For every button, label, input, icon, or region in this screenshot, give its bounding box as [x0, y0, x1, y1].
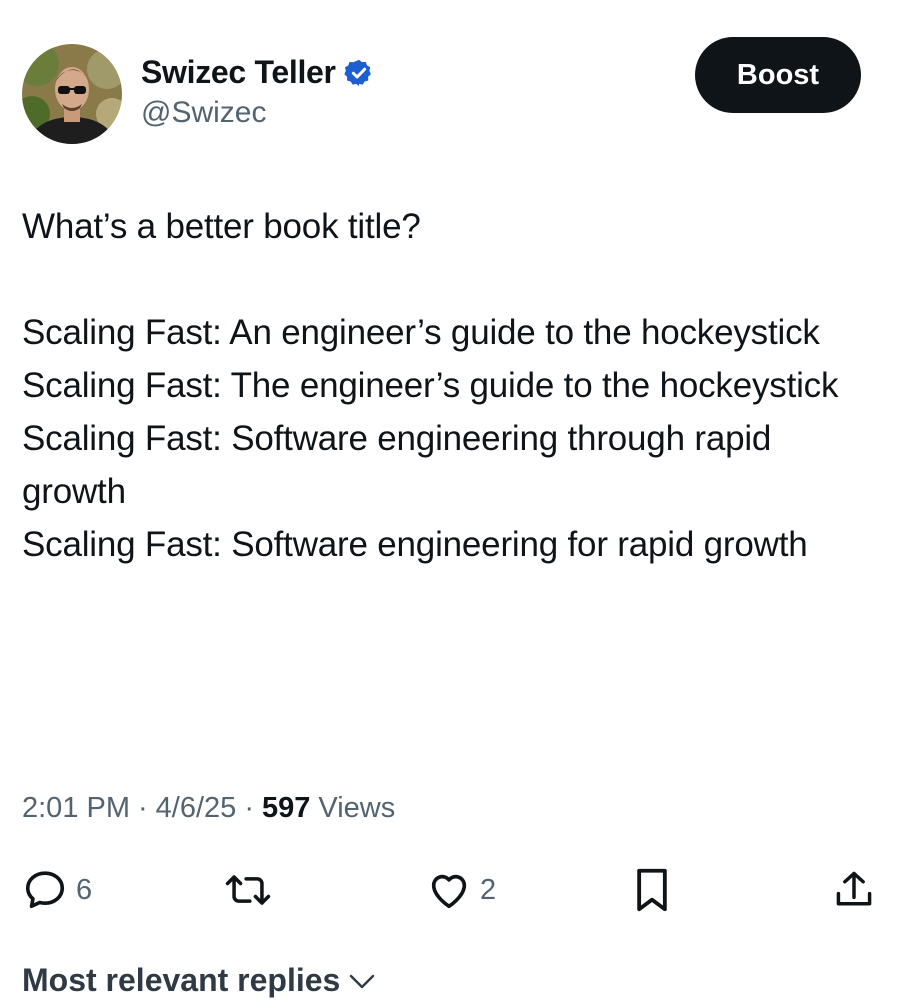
like-action[interactable]: 2 [426, 864, 496, 916]
views-label: Views [318, 792, 396, 824]
reply-count: 6 [76, 873, 93, 906]
replies-sort-label: Most relevant replies [22, 962, 341, 998]
tweet-time[interactable]: 2:01 PM [22, 792, 130, 825]
bookmark-action[interactable] [630, 864, 674, 916]
author-display-name[interactable]: Swizec Teller [141, 54, 336, 91]
tweet-text: What’s a better book title? Scaling Fast… [22, 207, 839, 564]
share-action[interactable] [832, 864, 876, 916]
views-count: 597 [261, 792, 311, 824]
reply-action[interactable]: 6 [22, 864, 92, 916]
boost-button[interactable]: Boost [695, 37, 861, 113]
retweet-icon [225, 875, 271, 905]
tweet-date[interactable]: 4/6/25 [156, 792, 237, 825]
retweet-action[interactable] [222, 864, 274, 916]
meta-separator: · [138, 792, 148, 824]
meta-separator: · [244, 792, 254, 824]
heart-icon [431, 874, 467, 909]
author-name-row[interactable]: Swizec Teller [141, 54, 374, 91]
chevron-down-icon [350, 974, 375, 988]
like-count: 2 [480, 873, 497, 906]
verified-badge-icon [344, 59, 371, 86]
share-icon [836, 871, 872, 906]
author-handle[interactable]: @Swizec [141, 96, 266, 130]
replies-sort-dropdown[interactable]: Most relevant replies [22, 962, 376, 999]
bookmark-icon [637, 868, 667, 912]
avatar[interactable] [22, 44, 122, 144]
reply-icon [25, 871, 65, 909]
tweet-meta: 2:01 PM · 4/6/25 · 597 Views [22, 792, 395, 825]
